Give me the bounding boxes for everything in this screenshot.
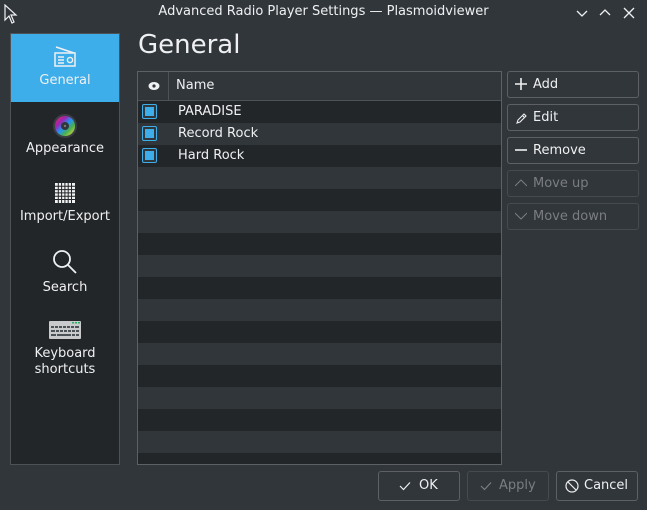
title-bar: Advanced Radio Player Settings — Plasmoi… bbox=[0, 0, 647, 26]
sidebar-item-label: Import/Export bbox=[19, 209, 111, 224]
close-button[interactable] bbox=[621, 5, 637, 21]
check-icon bbox=[480, 482, 492, 491]
sidebar-item-keyboard-shortcuts[interactable]: Keyboard shortcuts bbox=[11, 308, 119, 388]
station-name: Hard Rock bbox=[178, 148, 245, 163]
move-down-label: Move down bbox=[533, 209, 608, 224]
empty-row bbox=[138, 299, 501, 321]
minimize-button[interactable] bbox=[574, 5, 590, 21]
station-name: PARADISE bbox=[178, 104, 242, 119]
chevron-up-icon bbox=[515, 179, 527, 187]
keyboard-icon bbox=[49, 321, 81, 339]
remove-button[interactable]: Remove bbox=[507, 137, 639, 164]
empty-row bbox=[138, 343, 501, 365]
pencil-icon bbox=[516, 113, 527, 124]
plus-icon bbox=[515, 78, 527, 90]
add-button[interactable]: Add bbox=[507, 71, 639, 98]
sidebar-item-label: General bbox=[39, 73, 91, 88]
sidebar-item-label: Search bbox=[42, 280, 88, 295]
check-icon bbox=[399, 482, 411, 491]
sidebar-item-appearance[interactable]: Appearance bbox=[11, 104, 119, 170]
grid-icon bbox=[55, 183, 75, 203]
empty-row bbox=[138, 321, 501, 343]
empty-row bbox=[138, 387, 501, 409]
empty-row bbox=[138, 233, 501, 255]
sidebar-item-label: Appearance bbox=[25, 141, 105, 156]
cancel-label: Cancel bbox=[584, 478, 629, 493]
empty-row bbox=[138, 167, 501, 189]
apply-label: Apply bbox=[499, 478, 536, 493]
table-header: Name bbox=[138, 72, 501, 101]
sidebar-item-search[interactable]: Search bbox=[11, 240, 119, 306]
station-name: Record Rock bbox=[178, 126, 259, 141]
cancel-icon bbox=[565, 479, 579, 493]
sidebar: General Appearance Import/Export Search … bbox=[10, 33, 120, 465]
empty-row bbox=[138, 453, 501, 464]
empty-row bbox=[138, 189, 501, 211]
column-header-visible[interactable] bbox=[138, 72, 169, 101]
ok-label: OK bbox=[419, 478, 438, 493]
remove-label: Remove bbox=[533, 143, 586, 158]
move-up-button[interactable]: Move up bbox=[507, 170, 639, 197]
sidebar-item-label-line2: shortcuts bbox=[34, 362, 96, 377]
visible-checkbox[interactable] bbox=[142, 104, 157, 119]
empty-row bbox=[138, 365, 501, 387]
table-row[interactable]: Record Rock bbox=[138, 123, 501, 145]
visible-checkbox[interactable] bbox=[142, 148, 157, 163]
radio-icon bbox=[54, 46, 76, 67]
stations-table[interactable]: Name PARADISE Record Rock Hard Rock bbox=[137, 71, 502, 465]
empty-row bbox=[138, 431, 501, 453]
eye-icon bbox=[148, 82, 160, 90]
window-title: Advanced Radio Player Settings — Plasmoi… bbox=[158, 4, 489, 19]
table-row[interactable]: Hard Rock bbox=[138, 145, 501, 167]
move-up-label: Move up bbox=[533, 176, 589, 191]
color-wheel-icon bbox=[53, 114, 77, 138]
empty-row bbox=[138, 211, 501, 233]
sidebar-item-label: Keyboard shortcuts bbox=[11, 346, 119, 378]
cancel-button[interactable]: Cancel bbox=[556, 471, 638, 501]
column-header-name[interactable]: Name bbox=[176, 78, 214, 93]
chevron-down-icon bbox=[515, 212, 527, 220]
minus-icon bbox=[515, 149, 527, 151]
search-icon bbox=[53, 250, 77, 274]
edit-button[interactable]: Edit bbox=[507, 104, 639, 131]
move-down-button[interactable]: Move down bbox=[507, 203, 639, 230]
maximize-button[interactable] bbox=[597, 5, 613, 21]
empty-row bbox=[138, 277, 501, 299]
page-title: General bbox=[138, 30, 241, 60]
empty-row bbox=[138, 409, 501, 431]
ok-button[interactable]: OK bbox=[378, 471, 460, 501]
sidebar-item-import-export[interactable]: Import/Export bbox=[11, 172, 119, 238]
sidebar-item-general[interactable]: General bbox=[11, 34, 119, 102]
add-label: Add bbox=[533, 77, 559, 92]
apply-button[interactable]: Apply bbox=[467, 471, 549, 501]
sidebar-item-label-line1: Keyboard bbox=[34, 346, 96, 361]
empty-row bbox=[138, 255, 501, 277]
visible-checkbox[interactable] bbox=[142, 126, 157, 141]
table-row[interactable]: PARADISE bbox=[138, 101, 501, 123]
edit-label: Edit bbox=[533, 110, 559, 125]
